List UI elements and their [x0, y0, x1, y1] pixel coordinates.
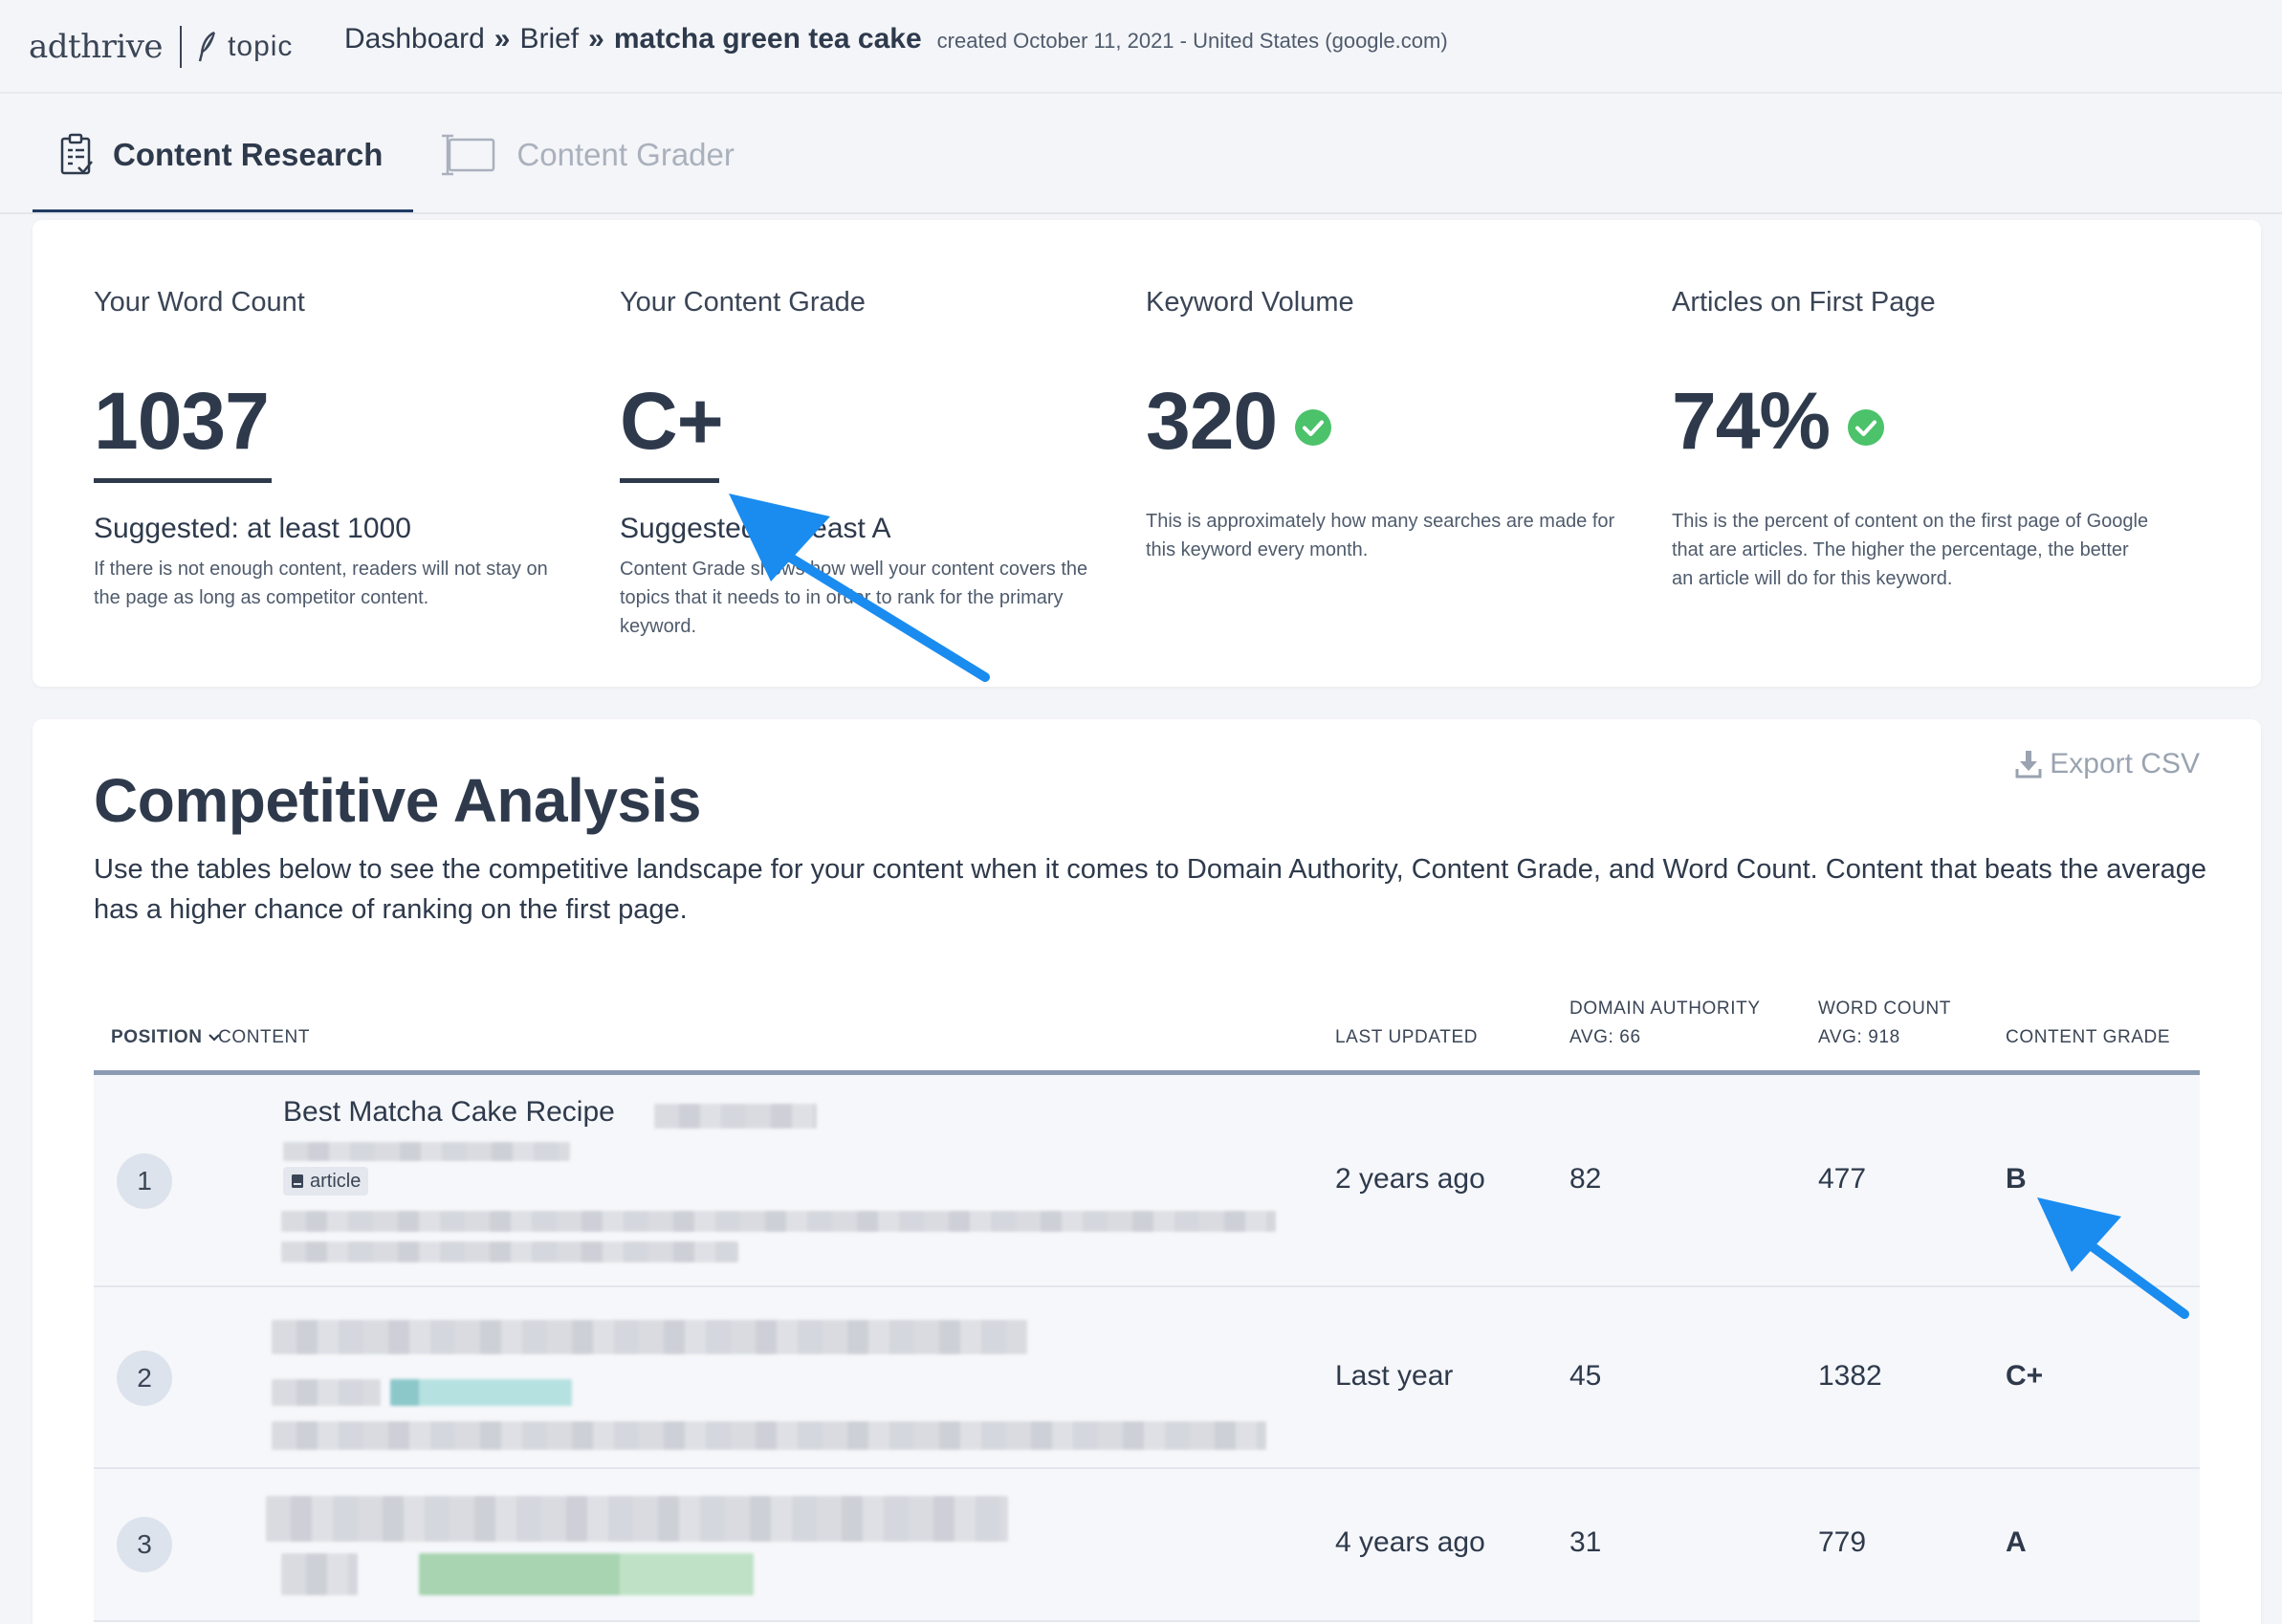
domain-authority-cell: 45 — [1569, 1360, 1602, 1392]
redacted-snippet — [281, 1241, 738, 1262]
competitor-title-link[interactable]: Best Matcha Cake Recipe — [283, 1096, 615, 1129]
content-grade-cell: B — [2006, 1163, 2027, 1195]
redacted-url — [283, 1142, 570, 1161]
logo-product: topic — [228, 31, 294, 62]
column-header-content: CONTENT — [218, 1027, 311, 1047]
metric-title: Your Content Grade — [620, 287, 866, 318]
top-bar: adthrive topic Dashboard » Brief » match… — [0, 0, 2282, 94]
articles-first-page-value: 74% — [1672, 376, 1831, 466]
word-count-cell: 1382 — [1818, 1360, 1882, 1392]
articles-first-page-description: This is the percent of content on the fi… — [1672, 511, 2149, 589]
tab-label: Content Grader — [516, 137, 735, 172]
content-grade-cell: C+ — [2006, 1360, 2044, 1392]
download-icon — [2015, 751, 2042, 779]
word-count-suggestion: Suggested: at least 1000 — [94, 513, 411, 544]
keyword-volume-description: This is approximately how many searches … — [1146, 511, 1615, 560]
logo-divider — [180, 26, 183, 68]
check-circle-icon — [1295, 409, 1332, 446]
logo-wordmark: adthrive — [29, 28, 164, 66]
domain-authority-cell: 82 — [1569, 1163, 1602, 1195]
breadcrumb: Dashboard » Brief » matcha green tea cak… — [344, 23, 1448, 61]
keyword-volume-value: 320 — [1146, 376, 1278, 466]
breadcrumb-brief[interactable]: Brief — [519, 23, 579, 55]
redacted-title — [272, 1320, 1027, 1354]
redacted-snippet — [272, 1421, 1266, 1450]
word-count-cell: 779 — [1818, 1526, 1867, 1558]
content-grade-suggestion: Suggested: at least A — [620, 513, 891, 544]
content-grade-value: C+ — [620, 376, 724, 466]
column-header-word-count: WORD COUNT AVG: 918 — [1818, 995, 1951, 1052]
table-row[interactable]: 2 Last year 45 1382 C+ — [94, 1287, 2200, 1469]
competitor-table: POSITION CONTENT LAST UPDATED DOMAIN AUT… — [94, 970, 2200, 1622]
word-count-description: If there is not enough content, readers … — [94, 559, 548, 608]
articles-first-page-row: 74% — [1672, 373, 1885, 469]
check-circle-icon — [1848, 409, 1885, 446]
column-header-position[interactable]: POSITION — [111, 1023, 220, 1052]
content-grade-cell: A — [2006, 1526, 2027, 1558]
text-cursor-box-icon — [442, 134, 495, 176]
redacted-tag — [390, 1379, 572, 1406]
redacted-text — [654, 1104, 817, 1129]
domain-authority-cell: 31 — [1569, 1526, 1602, 1558]
word-count-average: AVG: 918 — [1818, 1027, 1900, 1047]
column-header-label: POSITION — [111, 1027, 203, 1047]
tab-divider — [0, 212, 2282, 214]
brief-created-meta: created October 11, 2021 - United States… — [936, 29, 1448, 53]
metric-title: Articles on First Page — [1672, 287, 1936, 318]
column-header-content-grade: CONTENT GRADE — [2006, 1027, 2171, 1047]
redacted-url — [272, 1379, 381, 1406]
breadcrumb-current: matcha green tea cake — [613, 23, 922, 55]
column-header-label: WORD COUNT — [1818, 999, 1951, 1019]
section-description: Use the tables below to see the competit… — [94, 854, 2207, 925]
tab-bar: Content Research Content Grader — [33, 96, 765, 214]
redacted-url — [281, 1553, 358, 1595]
content-grade-description: Content Grade shows how well your conten… — [620, 559, 1088, 637]
breadcrumb-dashboard[interactable]: Dashboard — [344, 23, 485, 55]
last-updated-cell: Last year — [1335, 1360, 1454, 1392]
metric-underline — [620, 478, 719, 483]
tab-label: Content Research — [113, 137, 384, 172]
tab-content-grader[interactable]: Content Grader — [413, 96, 764, 214]
section-title: Competitive Analysis — [94, 766, 701, 835]
table-row[interactable]: 3 4 years ago 31 779 A — [94, 1469, 2200, 1622]
document-icon — [292, 1174, 303, 1188]
position-badge: 2 — [117, 1350, 172, 1406]
competitive-analysis-card: Export CSV Competitive Analysis Use the … — [33, 719, 2261, 1624]
export-csv-button[interactable]: Export CSV — [2015, 748, 2200, 780]
keyword-volume-row: 320 — [1146, 373, 1332, 469]
tab-content-research[interactable]: Content Research — [33, 96, 414, 214]
feather-icon — [198, 31, 216, 62]
logo[interactable]: adthrive topic — [29, 21, 293, 73]
export-csv-label: Export CSV — [2050, 748, 2200, 779]
column-header-last-updated: LAST UPDATED — [1335, 1027, 1479, 1047]
domain-authority-average: AVG: 66 — [1569, 1027, 1641, 1047]
clipboard-check-icon — [60, 133, 93, 175]
redacted-tag — [419, 1553, 754, 1595]
metric-title: Your Word Count — [94, 287, 305, 318]
last-updated-cell: 2 years ago — [1335, 1163, 1485, 1195]
position-badge: 3 — [117, 1517, 172, 1572]
metric-title: Keyword Volume — [1146, 287, 1354, 318]
position-badge: 1 — [117, 1153, 172, 1209]
redacted-snippet — [281, 1211, 1276, 1232]
word-count-cell: 477 — [1818, 1163, 1867, 1195]
chevrons-right-icon: » — [588, 23, 604, 55]
word-count-value: 1037 — [94, 376, 270, 466]
table-row[interactable]: 1 Best Matcha Cake Recipe article 2 year… — [94, 1075, 2200, 1287]
content-type-tag: article — [283, 1167, 369, 1196]
metrics-card: Your Word Count 1037 Suggested: at least… — [33, 220, 2261, 687]
redacted-title — [266, 1496, 1008, 1542]
metric-underline — [94, 478, 272, 483]
table-header: POSITION CONTENT LAST UPDATED DOMAIN AUT… — [94, 970, 2200, 1075]
content-type-label: article — [310, 1170, 362, 1192]
chevrons-right-icon: » — [494, 23, 511, 55]
column-header-domain-authority: DOMAIN AUTHORITY AVG: 66 — [1569, 995, 1761, 1052]
last-updated-cell: 4 years ago — [1335, 1526, 1485, 1558]
column-header-label: DOMAIN AUTHORITY — [1569, 999, 1761, 1019]
